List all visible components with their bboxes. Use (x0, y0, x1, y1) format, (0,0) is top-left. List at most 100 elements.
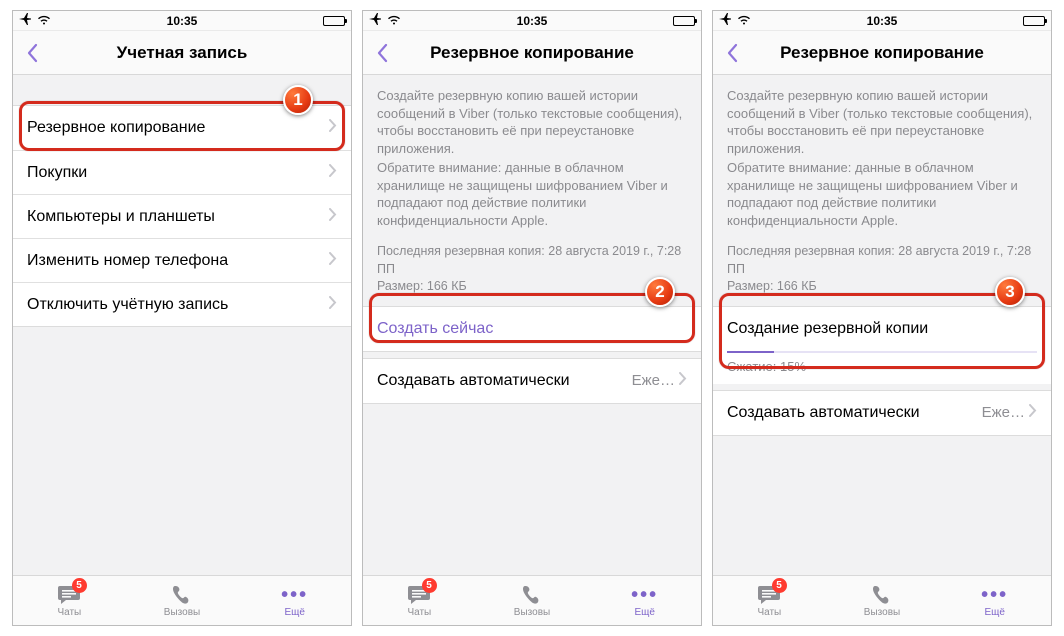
creating-backup-row: Создание резервной копии (713, 307, 1051, 351)
row-label: Создание резервной копии (727, 320, 928, 338)
phone-screen-2: 10:35 Резервное копирование Создайте рез… (362, 10, 702, 626)
status-bar: 10:35 (713, 11, 1051, 31)
row-auto-backup[interactable]: Создавать автоматически Еже… (713, 391, 1051, 435)
chevron-right-icon (329, 252, 337, 270)
row-label: Резервное копирование (27, 119, 205, 137)
row-value: Еже… (982, 404, 1025, 421)
content-area: Резервное копирование Покупки Компьютеры… (13, 75, 351, 575)
auto-list: Создавать автоматически Еже… (363, 358, 701, 404)
battery-icon (1023, 16, 1045, 26)
nav-bar: Резервное копирование (363, 31, 701, 75)
tab-chats[interactable]: Чаты 5 (713, 576, 826, 625)
airplane-mode-icon (369, 13, 383, 28)
tab-bar: Чаты 5 Вызовы ••• Ещё (713, 575, 1051, 625)
phone-icon (871, 584, 893, 606)
tab-calls[interactable]: Вызовы (126, 576, 239, 625)
progress-fill (727, 351, 774, 353)
progress-label: Сжатие: 15% (727, 359, 806, 374)
tab-label: Вызовы (514, 607, 550, 618)
row-label: Создать сейчас (377, 320, 493, 338)
chevron-right-icon (329, 208, 337, 226)
action-list: Создать сейчас (363, 306, 701, 352)
badge-count: 5 (772, 578, 787, 593)
back-button[interactable] (13, 31, 53, 75)
progress-row: Сжатие: 15% (713, 351, 1051, 384)
auto-list: Создавать автоматически Еже… (713, 390, 1051, 436)
phone-screen-1: 10:35 Учетная запись Резервное копирован… (12, 10, 352, 626)
tab-chats[interactable]: Чаты 5 (363, 576, 476, 625)
content-area: Создайте резервную копию вашей истории с… (713, 75, 1051, 575)
status-time: 10:35 (713, 14, 1051, 28)
chevron-right-icon (329, 164, 337, 182)
more-icon: ••• (981, 584, 1008, 606)
backup-meta: Последняя резервная копия: 28 августа 20… (363, 237, 701, 306)
tab-bar: Чаты 5 Вызовы ••• Ещё (13, 575, 351, 625)
nav-bar: Резервное копирование (713, 31, 1051, 75)
battery-icon (673, 16, 695, 26)
backup-meta: Последняя резервная копия: 28 августа 20… (713, 237, 1051, 306)
row-auto-backup[interactable]: Создавать автоматически Еже… (363, 359, 701, 403)
chevron-right-icon (329, 119, 337, 137)
status-time: 10:35 (363, 14, 701, 28)
row-purchases[interactable]: Покупки (13, 150, 351, 194)
tab-calls[interactable]: Вызовы (476, 576, 589, 625)
badge-count: 5 (422, 578, 437, 593)
content-area: Создайте резервную копию вашей истории с… (363, 75, 701, 575)
tab-label: Ещё (634, 607, 654, 618)
status-bar: 10:35 (363, 11, 701, 31)
row-deactivate[interactable]: Отключить учётную запись (13, 282, 351, 326)
airplane-mode-icon (19, 13, 33, 28)
row-change-number[interactable]: Изменить номер телефона (13, 238, 351, 282)
description-text: Создайте резервную копию вашей истории с… (713, 75, 1051, 237)
row-label: Компьютеры и планшеты (27, 208, 215, 226)
back-button[interactable] (363, 31, 403, 75)
create-now-button[interactable]: Создать сейчас (363, 307, 701, 351)
description-text: Создайте резервную копию вашей истории с… (363, 75, 701, 237)
phone-screen-3: 10:35 Резервное копирование Создайте рез… (712, 10, 1052, 626)
tab-label: Чаты (407, 607, 431, 618)
tab-more[interactable]: ••• Ещё (238, 576, 351, 625)
row-label: Отключить учётную запись (27, 296, 228, 314)
battery-icon (323, 16, 345, 26)
tab-label: Вызовы (864, 607, 900, 618)
tab-bar: Чаты 5 Вызовы ••• Ещё (363, 575, 701, 625)
row-label: Изменить номер телефона (27, 252, 228, 270)
badge-count: 5 (72, 578, 87, 593)
tab-label: Ещё (984, 607, 1004, 618)
wifi-icon (737, 14, 751, 28)
row-label: Создавать автоматически (377, 372, 570, 390)
row-desktops[interactable]: Компьютеры и планшеты (13, 194, 351, 238)
page-title: Учетная запись (13, 43, 351, 63)
page-title: Резервное копирование (363, 43, 701, 63)
tab-label: Чаты (757, 607, 781, 618)
status-bar: 10:35 (13, 11, 351, 31)
tab-chats[interactable]: Чаты 5 (13, 576, 126, 625)
chevron-right-icon (329, 296, 337, 314)
back-button[interactable] (713, 31, 753, 75)
phone-icon (171, 584, 193, 606)
more-icon: ••• (631, 584, 658, 606)
more-icon: ••• (281, 584, 308, 606)
status-time: 10:35 (13, 14, 351, 28)
phone-icon (521, 584, 543, 606)
tab-more[interactable]: ••• Ещё (938, 576, 1051, 625)
action-list: Создание резервной копии Сжатие: 15% (713, 306, 1051, 384)
airplane-mode-icon (719, 13, 733, 28)
tab-label: Вызовы (164, 607, 200, 618)
row-backup[interactable]: Резервное копирование (13, 106, 351, 150)
page-title: Резервное копирование (713, 43, 1051, 63)
row-value: Еже… (632, 372, 675, 389)
progress-bar (727, 351, 1037, 353)
settings-list: Резервное копирование Покупки Компьютеры… (13, 105, 351, 327)
row-label: Покупки (27, 164, 87, 182)
chevron-right-icon (679, 372, 687, 390)
tab-calls[interactable]: Вызовы (826, 576, 939, 625)
wifi-icon (37, 14, 51, 28)
tab-label: Ещё (284, 607, 304, 618)
nav-bar: Учетная запись (13, 31, 351, 75)
wifi-icon (387, 14, 401, 28)
tab-more[interactable]: ••• Ещё (588, 576, 701, 625)
chevron-right-icon (1029, 404, 1037, 422)
row-label: Создавать автоматически (727, 404, 920, 422)
tab-label: Чаты (57, 607, 81, 618)
